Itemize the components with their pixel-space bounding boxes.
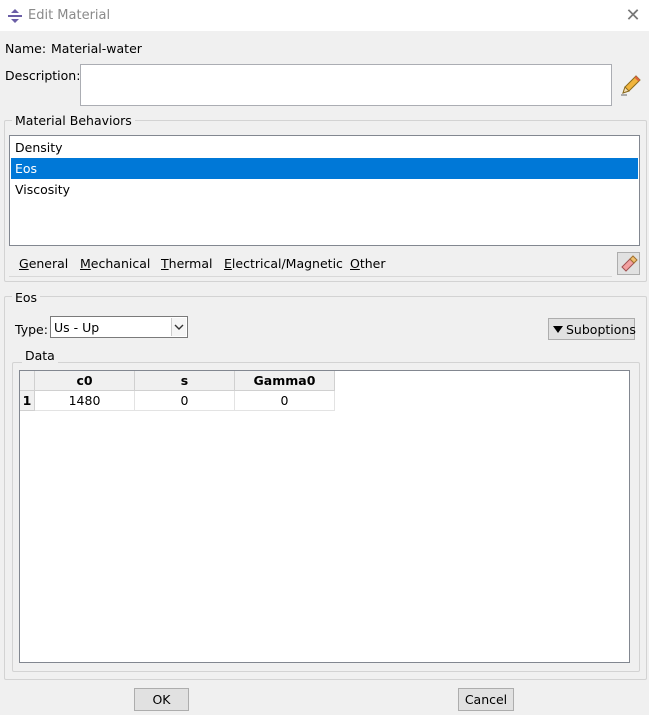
suboptions-label: Suboptions [566,322,636,337]
data-table[interactable]: c0 s Gamma0 1 1480 0 0 [19,370,630,663]
description-label: Description: [5,68,81,83]
name-label: Name: [5,41,47,56]
suboptions-button[interactable]: Suboptions [548,318,636,340]
column-header-c0[interactable]: c0 [35,371,135,391]
triangle-down-icon [553,326,563,333]
description-field[interactable] [80,64,612,106]
close-icon: ✕ [625,5,641,26]
behavior-eos[interactable]: Eos [11,158,638,179]
behaviors-list[interactable]: Density Eos Viscosity [9,135,640,246]
menu-thermal[interactable]: Thermal [161,256,212,271]
menu-other[interactable]: Other [350,256,386,271]
column-header-s[interactable]: s [135,371,235,391]
cancel-button[interactable]: Cancel [458,688,514,711]
pencil-icon[interactable] [619,73,643,97]
menu-mechanical[interactable]: Mechanical [80,256,150,271]
material-name: Material-water [51,41,142,56]
type-label: Type: [15,322,48,337]
material-behaviors-title: Material Behaviors [12,113,135,128]
chevron-down-icon [171,318,186,336]
type-select[interactable]: Us - Up [50,316,188,338]
eraser-icon [621,255,638,272]
data-title: Data [22,348,58,363]
ok-button[interactable]: OK [134,688,189,711]
table-cell-gamma0[interactable]: 0 [235,391,335,411]
close-button[interactable]: ✕ [622,5,644,27]
behavior-viscosity[interactable]: Viscosity [11,179,638,200]
corner-cell [20,371,35,391]
type-select-value: Us - Up [54,320,100,335]
menu-electrical-magnetic[interactable]: Electrical/Magnetic [224,256,343,271]
column-header-gamma0[interactable]: Gamma0 [235,371,335,391]
window-title: Edit Material [28,8,111,23]
delete-behavior-button[interactable] [617,252,640,275]
eos-title: Eos [12,290,41,305]
abaqus-logo-icon [8,9,22,23]
title-bar: Edit Material ✕ [0,0,649,31]
behavior-menubar: General Mechanical Thermal Electrical/Ma… [9,251,612,277]
menu-general[interactable]: General [19,256,68,271]
row-header[interactable]: 1 [20,391,35,411]
table-cell-s[interactable]: 0 [135,391,235,411]
table-cell-c0[interactable]: 1480 [35,391,135,411]
behavior-density[interactable]: Density [11,137,638,158]
